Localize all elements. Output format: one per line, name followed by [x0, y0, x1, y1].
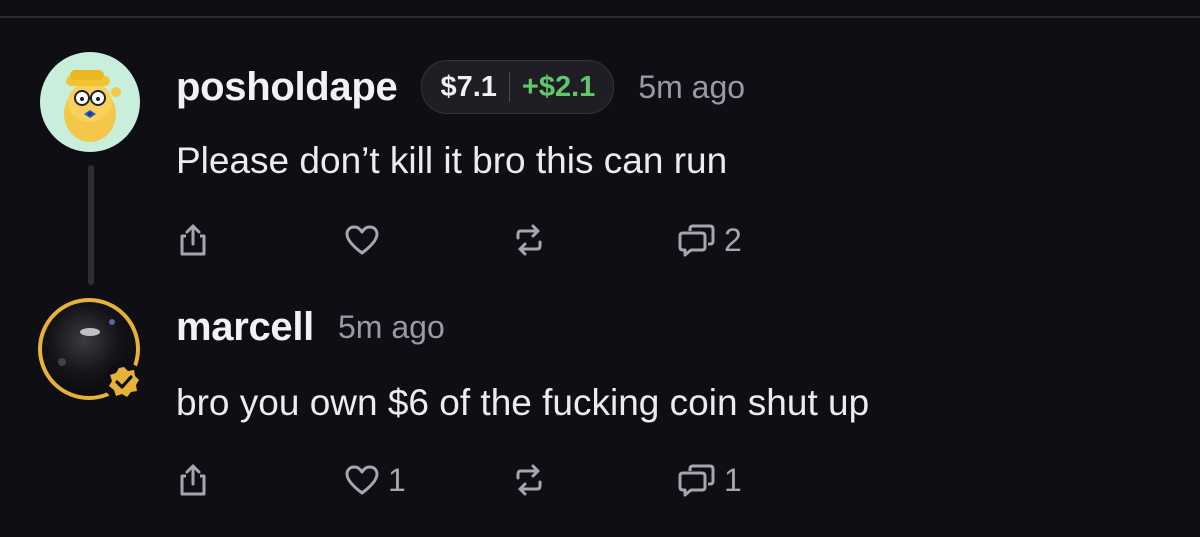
- holding-pill[interactable]: $7.1 +$2.1: [421, 60, 615, 114]
- timestamp: 5m ago: [338, 308, 445, 345]
- like-button[interactable]: [344, 220, 388, 260]
- holding-change: +$2.1: [521, 70, 596, 103]
- pill-divider: [508, 72, 510, 102]
- comment-text: Please don’t kill it bro this can run: [176, 140, 728, 181]
- comment-text: bro you own $6 of the fucking coin shut …: [176, 382, 870, 423]
- username[interactable]: posholdape: [176, 65, 398, 110]
- username[interactable]: marcell: [176, 305, 314, 350]
- like-count: 1: [388, 461, 406, 498]
- cartoon-ape-avatar-icon: [64, 70, 121, 142]
- thread-connector-line: [88, 165, 94, 285]
- like-button[interactable]: 1: [344, 460, 406, 500]
- avatar[interactable]: [40, 52, 140, 152]
- share-button[interactable]: [176, 220, 210, 260]
- verified-badge: [104, 362, 144, 402]
- reply-button[interactable]: 2: [678, 220, 742, 260]
- repost-icon: [516, 224, 542, 256]
- holding-value: $7.1: [440, 70, 497, 103]
- repost-icon: [516, 464, 542, 496]
- share-icon: [180, 464, 206, 496]
- reply-count: 2: [724, 221, 742, 258]
- heart-icon: [345, 465, 379, 495]
- action-bar: 1 1: [176, 460, 876, 500]
- comment-header: posholdape $7.1 +$2.1 5m ago: [176, 60, 746, 114]
- top-divider: [0, 16, 1200, 18]
- share-icon: [180, 224, 206, 256]
- verified-check-icon: [109, 367, 139, 397]
- repost-button[interactable]: [512, 220, 546, 260]
- reply-count: 1: [724, 461, 742, 498]
- comment-header: marcell 5m ago: [176, 302, 445, 352]
- action-bar: 2: [176, 220, 876, 260]
- repost-button[interactable]: [512, 460, 546, 500]
- share-button[interactable]: [176, 460, 210, 500]
- heart-icon: [345, 225, 379, 255]
- reply-button[interactable]: 1: [678, 460, 742, 500]
- reply-icon: [678, 224, 715, 257]
- reply-icon: [678, 464, 715, 497]
- timestamp: 5m ago: [638, 68, 746, 105]
